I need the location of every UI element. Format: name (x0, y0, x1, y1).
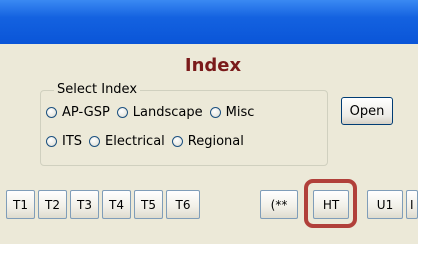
radio-circle-icon[interactable] (46, 107, 57, 118)
radio-circle-icon[interactable] (46, 136, 57, 147)
radio-its[interactable]: ITS (46, 134, 82, 149)
select-index-legend: Select Index (54, 82, 141, 97)
t5-button[interactable]: T5 (134, 190, 163, 219)
radio-electrical[interactable]: Electrical (89, 134, 165, 149)
radio-misc[interactable]: Misc (209, 105, 255, 120)
radio-label: Misc (225, 105, 255, 120)
radio-row-2: ITS Electrical Regional (46, 134, 251, 149)
select-index-groupbox (40, 90, 328, 166)
radio-circle-icon[interactable] (171, 136, 183, 147)
radio-label: Landscape (132, 105, 203, 120)
radio-label: ITS (62, 134, 83, 149)
radio-label: AP-GSP (62, 105, 110, 120)
radio-ap-gsp[interactable]: AP-GSP (46, 105, 110, 120)
t6-button[interactable]: T6 (166, 190, 200, 219)
paren-star-button[interactable]: (** (260, 190, 298, 219)
page-title: Index (184, 55, 242, 76)
partial-button[interactable]: I (406, 190, 418, 219)
radio-row-1: AP-GSP Landscape Misc (46, 105, 261, 120)
radio-label: Electrical (105, 134, 165, 149)
radio-label: Regional (187, 134, 244, 149)
ht-highlight-callout (304, 179, 357, 228)
radio-circle-icon[interactable] (209, 107, 221, 118)
u1-button[interactable]: U1 (367, 190, 403, 219)
radio-landscape[interactable]: Landscape (116, 105, 203, 120)
open-button[interactable]: Open (341, 97, 393, 125)
radio-circle-icon[interactable] (116, 107, 128, 118)
radio-circle-icon[interactable] (89, 136, 101, 147)
window-titlebar (0, 0, 418, 44)
t4-button[interactable]: T4 (102, 190, 131, 219)
t3-button[interactable]: T3 (70, 190, 99, 219)
bottom-strip (0, 238, 418, 244)
t1-button[interactable]: T1 (6, 190, 35, 219)
radio-regional[interactable]: Regional (171, 134, 244, 149)
t2-button[interactable]: T2 (38, 190, 67, 219)
